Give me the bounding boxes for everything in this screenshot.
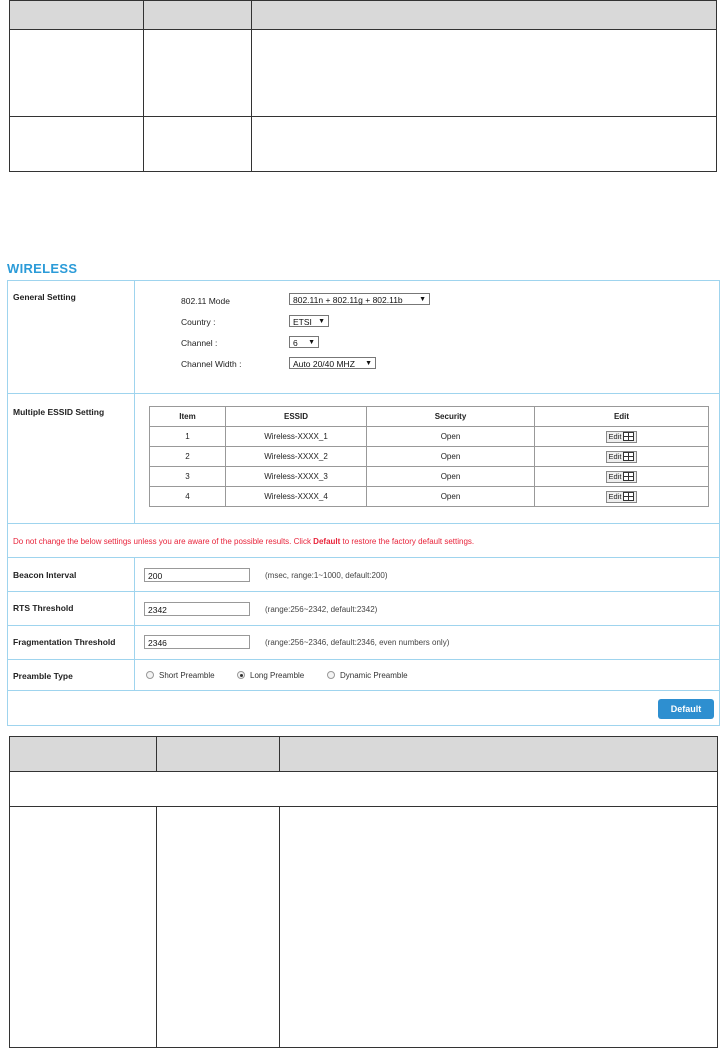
- channel-label: Channel :: [181, 338, 218, 348]
- chevron-down-icon: ▼: [318, 318, 325, 325]
- column-header-item: Item: [149, 406, 226, 427]
- radio-dynamic-preamble[interactable]: Dynamic Preamble: [327, 671, 408, 680]
- country-select[interactable]: ETSI ▼: [289, 315, 329, 327]
- column-header-security: Security: [366, 406, 535, 427]
- table-cell: [9, 29, 144, 117]
- table-cell: [251, 116, 717, 172]
- country-label: Country :: [181, 317, 216, 327]
- document-table-bottom: [9, 736, 718, 1048]
- page-title: WIRELESS: [7, 261, 78, 276]
- preamble-type-label: Preamble Type: [13, 671, 73, 681]
- fragmentation-threshold-input[interactable]: 2346: [144, 635, 250, 649]
- table-cell: [9, 806, 157, 1048]
- radio-icon: [146, 671, 154, 679]
- fragmentation-threshold-row: Fragmentation Threshold 2346 (range:256~…: [8, 626, 719, 660]
- fragmentation-threshold-hint: (range:256~2346, default:2346, even numb…: [265, 638, 450, 647]
- table-header-cell: [143, 0, 252, 30]
- radio-icon: [327, 671, 335, 679]
- radio-selected-icon: [237, 671, 245, 679]
- column-header-edit: Edit: [534, 406, 709, 427]
- table-header-cell: [279, 736, 718, 772]
- warning-text: Do not change the below settings unless …: [13, 537, 475, 546]
- grid-icon: [623, 452, 635, 462]
- essid-setting-label: Multiple ESSID Setting: [13, 407, 105, 417]
- edit-button[interactable]: Edit: [605, 450, 638, 463]
- table-section-row: [9, 771, 718, 807]
- channel-width-select[interactable]: Auto 20/40 MHZ ▼: [289, 357, 376, 369]
- preamble-type-row: Preamble Type Short Preamble Long Preamb…: [8, 660, 719, 691]
- general-setting-label: General Setting: [13, 292, 76, 302]
- rts-threshold-label: RTS Threshold: [13, 603, 74, 613]
- fragmentation-threshold-label: Fragmentation Threshold: [13, 637, 116, 647]
- chevron-down-icon: ▼: [419, 296, 426, 303]
- table-header-cell: [156, 736, 280, 772]
- mode-select[interactable]: 802.11n + 802.11g + 802.11b ▼: [289, 293, 430, 305]
- beacon-interval-input[interactable]: 200: [144, 568, 250, 582]
- grid-icon: [623, 492, 635, 502]
- channel-width-label: Channel Width :: [181, 359, 242, 369]
- table-header-cell: [9, 736, 157, 772]
- radio-long-preamble[interactable]: Long Preamble: [237, 671, 304, 680]
- rts-threshold-hint: (range:256~2342, default:2342): [265, 605, 378, 614]
- beacon-interval-label: Beacon Interval: [13, 570, 77, 580]
- chevron-down-icon: ▼: [365, 360, 372, 367]
- edit-button[interactable]: Edit: [605, 470, 638, 483]
- radio-short-preamble[interactable]: Short Preamble: [146, 671, 215, 680]
- table-row: 4 Wireless-XXXX_4 Open Edit: [149, 486, 709, 507]
- table-row: 2 Wireless-XXXX_2 Open Edit: [149, 446, 709, 467]
- edit-button[interactable]: Edit: [605, 490, 638, 503]
- table-cell: [9, 116, 144, 172]
- table-row: 1 Wireless-XXXX_1 Open Edit: [149, 426, 709, 447]
- grid-icon: [623, 432, 635, 442]
- edit-button[interactable]: Edit: [605, 430, 638, 443]
- essid-table: Item ESSID Security Edit 1 Wireless-XXXX…: [149, 406, 709, 507]
- column-header-essid: ESSID: [225, 406, 367, 427]
- mode-label: 802.11 Mode: [181, 296, 230, 306]
- rts-threshold-row: RTS Threshold 2342 (range:256~2342, defa…: [8, 592, 719, 626]
- table-cell: [143, 29, 252, 117]
- beacon-interval-row: Beacon Interval 200 (msec, range:1~1000,…: [8, 558, 719, 592]
- table-header-cell: [251, 0, 717, 30]
- general-setting-row: General Setting 802.11 Mode 802.11n + 80…: [8, 281, 719, 394]
- table-cell: [156, 806, 280, 1048]
- table-cell: [143, 116, 252, 172]
- rts-threshold-input[interactable]: 2342: [144, 602, 250, 616]
- table-row: 3 Wireless-XXXX_3 Open Edit: [149, 466, 709, 487]
- table-header-cell: [9, 0, 144, 30]
- channel-select[interactable]: 6 ▼: [289, 336, 319, 348]
- grid-icon: [623, 472, 635, 482]
- document-table-top: [9, 0, 717, 172]
- beacon-interval-hint: (msec, range:1~1000, default:200): [265, 571, 388, 580]
- wireless-panel: General Setting 802.11 Mode 802.11n + 80…: [7, 280, 720, 726]
- table-cell: [251, 29, 717, 117]
- chevron-down-icon: ▼: [308, 339, 315, 346]
- default-button[interactable]: Default: [658, 699, 714, 719]
- table-cell: [279, 806, 718, 1048]
